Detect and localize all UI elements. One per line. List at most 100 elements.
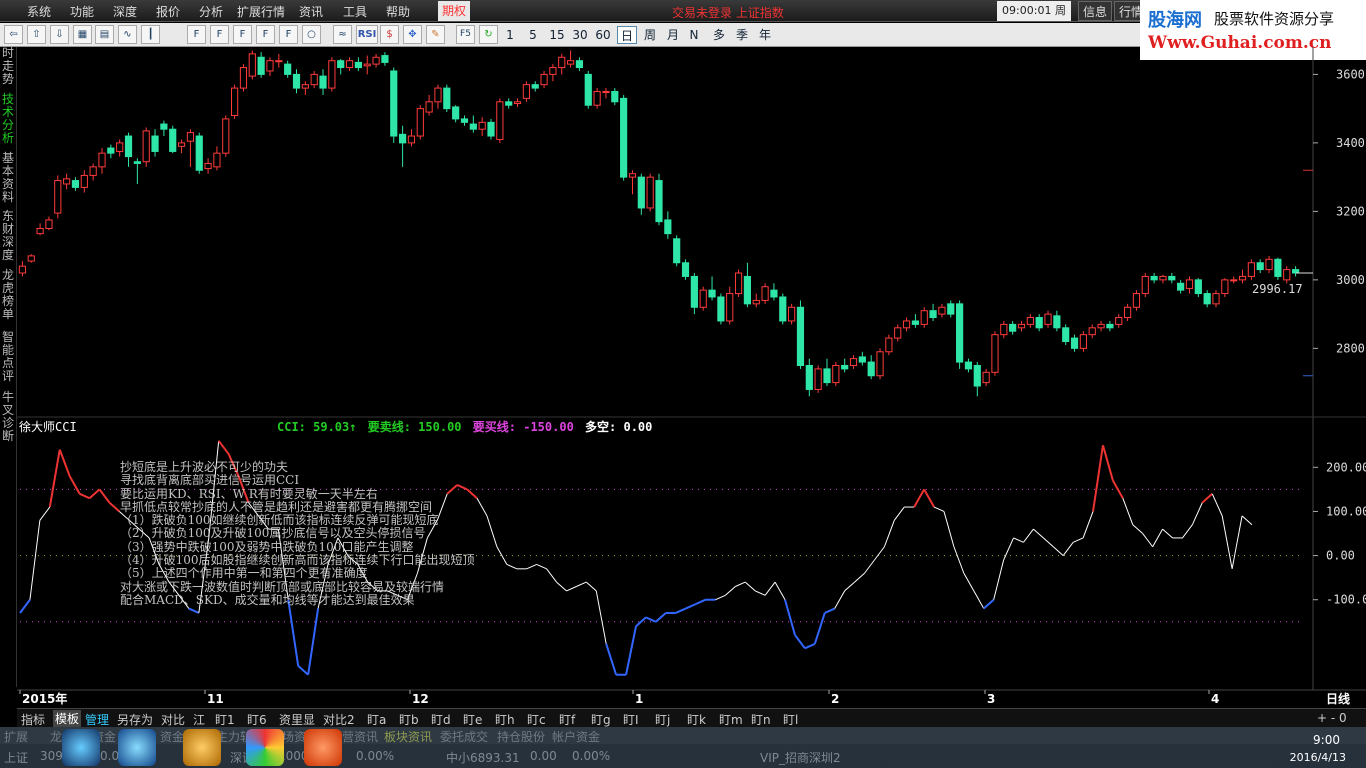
candle-body bbox=[1283, 269, 1291, 281]
candle-body bbox=[390, 70, 398, 137]
candle-body bbox=[531, 84, 539, 89]
candlestick-series bbox=[18, 50, 1300, 397]
candle-body bbox=[257, 56, 265, 75]
candle-body bbox=[452, 106, 460, 120]
cci-segment bbox=[715, 594, 726, 601]
candle-body bbox=[186, 132, 195, 142]
candle-body bbox=[345, 60, 354, 69]
candle-body bbox=[496, 101, 504, 140]
candle-body bbox=[124, 135, 133, 158]
candle-body bbox=[1265, 258, 1273, 271]
cci-segment bbox=[307, 608, 320, 675]
cci-segment bbox=[48, 449, 61, 508]
cci-segment bbox=[834, 590, 846, 609]
candle-body bbox=[991, 334, 999, 373]
candle-body bbox=[761, 286, 769, 301]
candle-body bbox=[584, 73, 592, 106]
candle-body bbox=[982, 371, 990, 384]
price-tick-label: 3600 bbox=[1336, 67, 1365, 81]
candle-body bbox=[1070, 337, 1079, 349]
cci-segment bbox=[605, 643, 618, 676]
cci-tick-label: 100.00 bbox=[1326, 504, 1366, 518]
cci-segment bbox=[764, 581, 776, 596]
candle-body bbox=[195, 135, 203, 171]
candle-body bbox=[27, 255, 35, 262]
zoom-controls[interactable]: + - 0 bbox=[1317, 711, 1347, 725]
candle-body bbox=[1150, 275, 1158, 281]
candle-body bbox=[805, 364, 813, 390]
candle-body bbox=[540, 73, 548, 86]
cci-segment bbox=[1162, 528, 1173, 539]
price-tick-label: 3400 bbox=[1336, 136, 1365, 150]
candle-body bbox=[956, 303, 964, 363]
tab-14[interactable]: 盯h bbox=[495, 711, 515, 728]
candle-body bbox=[1106, 323, 1114, 329]
candle-body bbox=[63, 178, 71, 185]
tab-5[interactable]: 江 bbox=[193, 711, 205, 728]
ie-icon[interactable] bbox=[118, 729, 156, 766]
cci-segment bbox=[685, 603, 697, 610]
cci-value: CCI: 59.03↑ bbox=[277, 420, 357, 434]
tab-4[interactable]: 对比 bbox=[161, 711, 185, 728]
cci-segment bbox=[774, 581, 786, 600]
cci-segment bbox=[695, 598, 706, 606]
candle-body bbox=[1009, 323, 1017, 332]
candle-body bbox=[832, 364, 840, 384]
candle-body bbox=[1141, 275, 1149, 295]
candle-body bbox=[681, 262, 690, 277]
note-line: （2）升破负100及升破100属抄底信号以及空头停损信号 bbox=[120, 526, 426, 541]
indicator-values: CCI: 59.03↑ 要卖线: 150.00 要买线: -150.00 多空:… bbox=[277, 418, 656, 435]
tab-16[interactable]: 盯f bbox=[559, 711, 575, 728]
candle-body bbox=[231, 87, 239, 116]
candle-body bbox=[301, 84, 309, 89]
tab-0[interactable]: 指标 bbox=[21, 711, 45, 728]
candle-body bbox=[620, 97, 628, 178]
tab-6[interactable]: 盯1 bbox=[215, 711, 235, 728]
date-label: 4 bbox=[1211, 692, 1219, 706]
cci-segment bbox=[566, 586, 577, 592]
tray-date: 2016/4/13 bbox=[1289, 751, 1346, 764]
tab-2[interactable]: 管理 bbox=[85, 711, 109, 728]
tab-19[interactable]: 盯j bbox=[655, 711, 670, 728]
cci-segment bbox=[784, 599, 796, 636]
tab-21[interactable]: 盯m bbox=[719, 711, 743, 728]
tab-11[interactable]: 盯b bbox=[399, 711, 419, 728]
candle-body bbox=[372, 56, 380, 65]
tab-8[interactable]: 资里显 bbox=[279, 711, 315, 728]
cci-segment bbox=[993, 559, 1005, 600]
date-labels: 2015年 11 12 1 2 3 4 日线 bbox=[19, 690, 1350, 706]
tab-3[interactable]: 另存为 bbox=[117, 711, 153, 728]
tab-23[interactable]: 盯l bbox=[783, 711, 798, 728]
tab-20[interactable]: 盯k bbox=[687, 711, 706, 728]
tab-9[interactable]: 对比2 bbox=[323, 711, 355, 728]
candle-body bbox=[752, 299, 760, 305]
date-label: 3 bbox=[987, 692, 995, 706]
tab-13[interactable]: 盯e bbox=[463, 711, 482, 728]
candle-body bbox=[885, 337, 893, 353]
cci-segment bbox=[1102, 444, 1114, 481]
cci-segment bbox=[963, 572, 975, 592]
cci-segment bbox=[496, 546, 508, 565]
browser-icon[interactable] bbox=[62, 729, 100, 766]
tab-17[interactable]: 盯g bbox=[591, 711, 611, 728]
cci-segment bbox=[824, 607, 836, 614]
cci-segment bbox=[1122, 498, 1134, 525]
cci-segment bbox=[1191, 502, 1203, 525]
tab-12[interactable]: 盯d bbox=[431, 711, 451, 728]
cci-segment bbox=[39, 506, 51, 521]
note-line: 对大涨或下跌一波数值时判断顶部或底部比较容易及较端行情 bbox=[120, 579, 445, 594]
cci-segment bbox=[486, 515, 498, 547]
tab-18[interactable]: 盯I bbox=[623, 711, 639, 728]
candle-body bbox=[292, 73, 301, 89]
chrome-icon[interactable] bbox=[246, 729, 284, 766]
tab-10[interactable]: 盯a bbox=[367, 711, 386, 728]
date-label: 2 bbox=[831, 692, 839, 706]
candle-body bbox=[434, 87, 442, 103]
tab-7[interactable]: 盯6 bbox=[247, 711, 267, 728]
media-player-icon[interactable] bbox=[183, 729, 221, 766]
tab-1[interactable]: 模板 bbox=[53, 710, 82, 727]
trading-app-icon[interactable] bbox=[304, 729, 342, 766]
tab-22[interactable]: 盯n bbox=[751, 711, 771, 728]
candle-body bbox=[1159, 275, 1167, 281]
tab-15[interactable]: 盯c bbox=[527, 711, 546, 728]
